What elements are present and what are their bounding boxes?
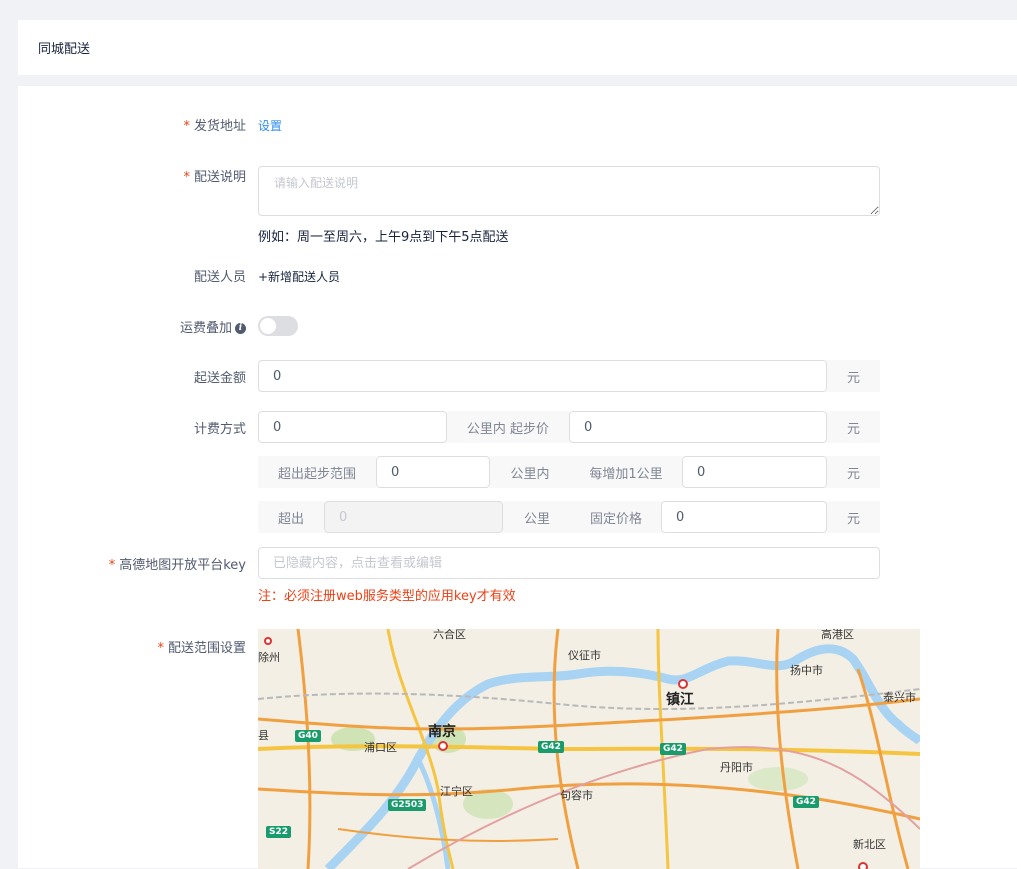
fee-stack-toggle[interactable] (258, 316, 298, 336)
toggle-knob (260, 318, 276, 334)
over-km-input (324, 501, 503, 533)
over-addon: 超出 (258, 501, 324, 533)
highway-shield-s22: S22 (266, 826, 292, 838)
delivery-range-map[interactable]: 除州 六合区 仪征市 高港区 扬中市 泰兴市 镇江 南京 县 浦口区 丹阳市 江… (258, 629, 920, 869)
base-km-addon: 公里内 起步价 (447, 411, 569, 443)
min-amount-label: 起送金额 (193, 371, 246, 386)
base-price-unit: 元 (827, 411, 880, 443)
map-label-danyang: 丹阳市 (720, 761, 753, 774)
base-km-input[interactable] (258, 411, 447, 443)
map-label-nanjing: 南京 (428, 724, 456, 740)
map-label-pukou: 浦口区 (364, 741, 397, 754)
fixed-price-input[interactable] (661, 501, 827, 533)
highway-shield-g2503: G2503 (388, 799, 427, 811)
description-hint: 例如：周一至周六，上午9点到下午5点配送 (258, 230, 509, 245)
range-label: * 配送范围设置 (157, 641, 246, 656)
map-label-chuzhou: 除州 (258, 651, 280, 664)
map-label-yangzhong: 扬中市 (790, 664, 823, 677)
address-set-link[interactable]: 设置 (258, 119, 282, 133)
km-addon: 公里 (503, 501, 571, 533)
highway-shield-g42: G42 (538, 741, 564, 753)
page-header: 同城配送 (18, 20, 1017, 75)
page-title: 同城配送 (38, 42, 91, 57)
description-label: * 配送说明 (183, 170, 246, 185)
description-textarea[interactable] (258, 166, 880, 216)
delivery-settings-form: *发货地址 设置 *配送说明 例如：周一至周六，上午9点到下午5点配送 配送人员… (18, 86, 1017, 869)
map-label-gaogang: 高港区 (821, 629, 854, 641)
amap-key-label: * 高德地图开放平台key (108, 558, 246, 573)
beyond-km-input[interactable] (376, 456, 490, 488)
min-amount-unit: 元 (827, 360, 880, 392)
map-label-zhenjiang: 镇江 (666, 692, 694, 708)
billing-label: 计费方式 (193, 422, 246, 437)
map-label-xian: 县 (258, 729, 269, 742)
map-label-liuhe: 六合区 (433, 629, 466, 641)
amap-key-warning: 注：必须注册web服务类型的应用key才有效 (258, 589, 516, 604)
highway-shield-g42: G42 (793, 796, 819, 808)
beyond-range-addon: 超出起步范围 (258, 456, 376, 488)
within-km-addon: 公里内 (490, 456, 570, 488)
map-label-xinbei: 新北区 (853, 838, 886, 851)
map-label-taixing: 泰兴市 (883, 691, 916, 704)
info-icon[interactable]: i (235, 323, 246, 334)
per-km-price-input[interactable] (682, 456, 827, 488)
map-label-yizheng: 仪征市 (568, 649, 601, 662)
fixed-price-unit: 元 (827, 501, 880, 533)
base-price-input[interactable] (569, 411, 827, 443)
map-label-jurong: 句容市 (560, 789, 593, 802)
map-label-jiangning: 江宁区 (440, 785, 473, 798)
per-km-addon: 每增加1公里 (570, 456, 682, 488)
add-courier-button[interactable]: +新增配送人员 (258, 270, 340, 284)
fixed-price-addon: 固定价格 (571, 501, 661, 533)
min-amount-input[interactable] (258, 360, 827, 392)
fee-stack-label: 运费叠加 i (180, 317, 246, 336)
address-label: * 发货地址 (183, 119, 246, 134)
highway-shield-g40: G40 (295, 730, 321, 742)
per-km-unit: 元 (827, 456, 880, 488)
highway-shield-g42: G42 (660, 743, 686, 755)
courier-label: 配送人员 (193, 270, 246, 285)
amap-key-input[interactable] (258, 547, 880, 579)
